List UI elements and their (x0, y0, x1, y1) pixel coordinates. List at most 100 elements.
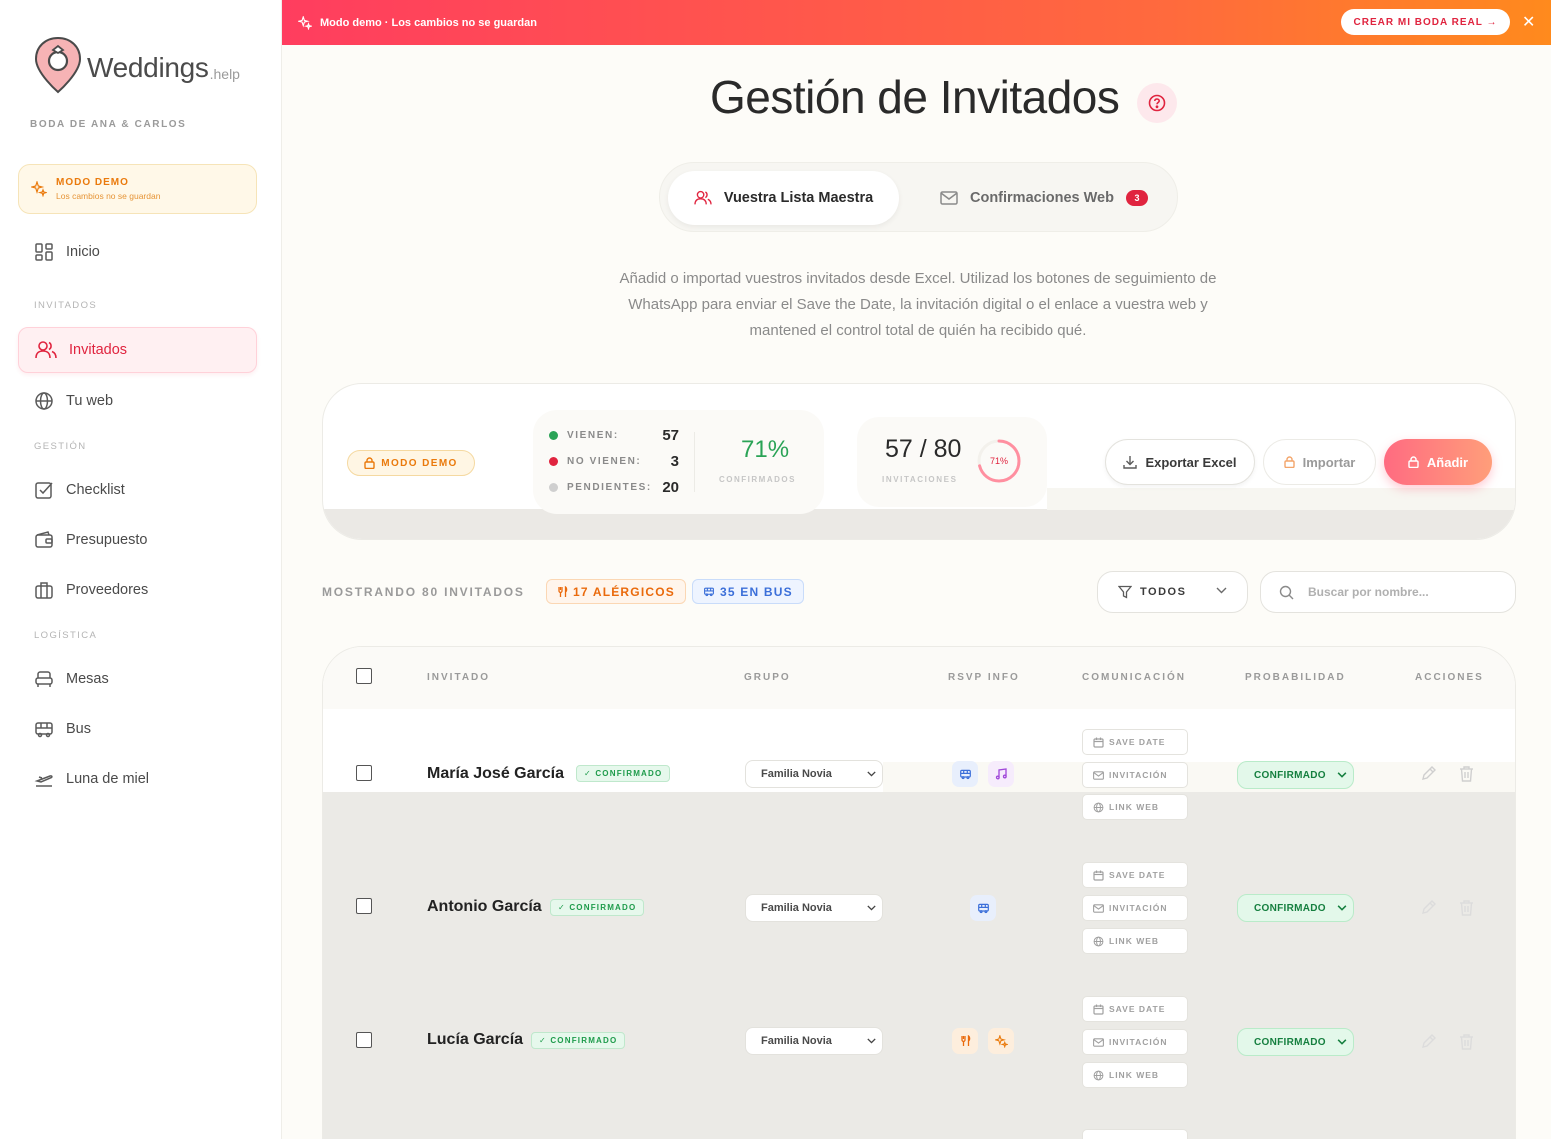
lock-icon (1283, 456, 1295, 468)
mail-icon (940, 191, 958, 205)
add-guest-label: Añadir (1426, 454, 1469, 470)
row-checkbox[interactable] (356, 1032, 372, 1048)
probability-select[interactable]: CONFIRMADO (1237, 761, 1354, 789)
select-all-checkbox[interactable] (356, 668, 372, 684)
status-badge: ✓ CONFIRMADO (550, 899, 645, 916)
edit-icon[interactable] (1420, 1033, 1437, 1050)
sidebar-item-proveedores[interactable]: Proveedores (18, 568, 257, 612)
invitation-button[interactable]: INVITACIÓN (1082, 1029, 1188, 1055)
bus-chip[interactable]: 35 EN BUS (692, 579, 804, 604)
row-checkbox[interactable] (356, 765, 372, 781)
calendar-icon (1093, 737, 1104, 748)
demo-mode-title: MODO DEMO (56, 177, 129, 188)
export-excel-label: Exportar Excel (1145, 454, 1237, 470)
demo-mode-subtitle: Los cambios no se guardan (56, 191, 161, 201)
save-date-button[interactable]: SAVE DATE (1082, 862, 1188, 888)
bus-icon[interactable] (952, 761, 978, 787)
group-select[interactable]: Familia Novia (745, 894, 883, 922)
lock-icon (1408, 456, 1419, 468)
group-select[interactable]: Familia Novia (745, 760, 883, 788)
stats-shade-2 (1047, 488, 1515, 510)
guest-table: INVITADO GRUPO RSVP INFO COMUNICACIÓN PR… (322, 646, 1516, 1139)
edit-icon[interactable] (1420, 899, 1437, 916)
utensils-icon[interactable] (952, 1028, 978, 1054)
web-link-button[interactable]: LINK WEB (1082, 928, 1188, 954)
count-label: PENDIENTES: (567, 482, 652, 493)
sidebar-item-checklist[interactable]: Checklist (18, 468, 257, 512)
web-link-button[interactable]: LINK WEB (1082, 794, 1188, 820)
globe-icon (1093, 936, 1104, 946)
search-input[interactable] (1308, 585, 1488, 599)
demo-banner: Modo demo · Los cambios no se guardan CR… (282, 0, 1551, 45)
edit-icon[interactable] (1420, 765, 1437, 782)
nav-section-gestion: GESTIÓN (34, 441, 87, 452)
location-pin-ring-icon (34, 36, 82, 94)
save-date-button[interactable]: SAVE DATE (1082, 996, 1188, 1022)
row-checkbox[interactable] (356, 898, 372, 914)
demo-mode-badge: MODO DEMO (347, 450, 475, 476)
progress-ring: 71% (977, 439, 1021, 483)
sidebar-item-bus[interactable]: Bus (18, 707, 257, 751)
count-vienen: VIENEN: 57 (549, 427, 679, 444)
import-button[interactable]: Importar (1263, 439, 1376, 485)
close-icon[interactable]: ✕ (1522, 12, 1535, 32)
invitation-button[interactable]: INVITACIÓN (1082, 895, 1188, 921)
bus-icon[interactable] (970, 895, 996, 921)
group-select[interactable]: Familia Novia (745, 1027, 883, 1055)
count-label: VIENEN: (567, 430, 619, 441)
help-button[interactable] (1137, 83, 1177, 123)
group-select-value: Familia Novia (761, 1035, 832, 1047)
page-title: Gestión de Invitados (710, 71, 1120, 123)
sidebar-item-mesas[interactable]: Mesas (18, 657, 257, 701)
showing-count: MOSTRANDO 80 INVITADOS (322, 585, 525, 599)
group-filter-select[interactable]: TODOS (1097, 571, 1248, 613)
sparkle-icon[interactable] (988, 1028, 1014, 1054)
trash-icon[interactable] (1459, 1033, 1474, 1050)
trash-icon[interactable] (1459, 765, 1474, 782)
table-overlay (323, 792, 1515, 1139)
trash-icon[interactable] (1459, 899, 1474, 916)
sidebar-item-luna-de-miel[interactable]: Luna de miel (18, 757, 257, 801)
tab-web-badge: 3 (1125, 190, 1148, 206)
export-excel-button[interactable]: Exportar Excel (1105, 439, 1255, 485)
create-real-wedding-button[interactable]: CREAR MI BODA REAL → (1341, 9, 1510, 35)
sidebar-item-inicio[interactable]: Inicio (18, 230, 257, 274)
calendar-icon (1093, 870, 1104, 881)
web-link-button[interactable]: LINK WEB (1082, 1062, 1188, 1088)
sidebar-item-tu-web[interactable]: Tu web (18, 379, 257, 423)
brand-name: Weddings (87, 52, 209, 83)
column-header-rsvp: RSVP INFO (948, 672, 1020, 683)
tab-web-confirmations[interactable]: Confirmaciones Web 3 (940, 171, 1148, 225)
guest-name[interactable]: Lucía García (427, 1031, 523, 1049)
guest-name[interactable]: Antonio García (427, 898, 542, 916)
tab-master-list-label: Vuestra Lista Maestra (723, 190, 874, 206)
calendar-icon (1093, 1004, 1104, 1015)
invitation-button[interactable]: INVITACIÓN (1082, 762, 1188, 788)
allergy-chip[interactable]: 17 ALÉRGICOS (546, 579, 686, 604)
guest-name[interactable]: María José García (427, 765, 564, 783)
globe-icon (35, 392, 53, 410)
wedding-name: BODA DE ANA & CARLOS (30, 119, 187, 130)
mail-icon (1093, 1037, 1104, 1047)
sidebar-item-presupuesto[interactable]: Presupuesto (18, 518, 257, 562)
probability-select[interactable]: CONFIRMADO (1237, 894, 1354, 922)
chevron-down-icon (867, 1038, 876, 1044)
music-icon[interactable] (988, 761, 1014, 787)
allergy-chip-label: 17 ALÉRGICOS (573, 584, 675, 599)
download-icon (1123, 456, 1138, 469)
save-date-button[interactable]: SAVE DATE (1082, 729, 1188, 755)
group-select-value: Familia Novia (761, 902, 832, 914)
status-badge: ✓ CONFIRMADO (531, 1032, 626, 1049)
probability-select[interactable]: CONFIRMADO (1237, 1028, 1354, 1056)
users-icon (694, 190, 712, 205)
column-header-group: GRUPO (744, 672, 791, 683)
sidebar-item-label: Luna de miel (66, 771, 150, 787)
web-link-label: LINK WEB (1109, 1070, 1160, 1080)
brand-logo[interactable]: Weddings .help (33, 36, 240, 94)
save-date-button[interactable]: SAVE DATE (1082, 1129, 1188, 1139)
add-guest-button[interactable]: Añadir (1384, 439, 1492, 485)
demo-mode-badge-label: MODO DEMO (381, 457, 458, 469)
sidebar-item-label: Checklist (66, 482, 125, 498)
tab-master-list[interactable]: Vuestra Lista Maestra (668, 171, 899, 225)
sidebar-item-invitados[interactable]: Invitados (18, 327, 257, 373)
